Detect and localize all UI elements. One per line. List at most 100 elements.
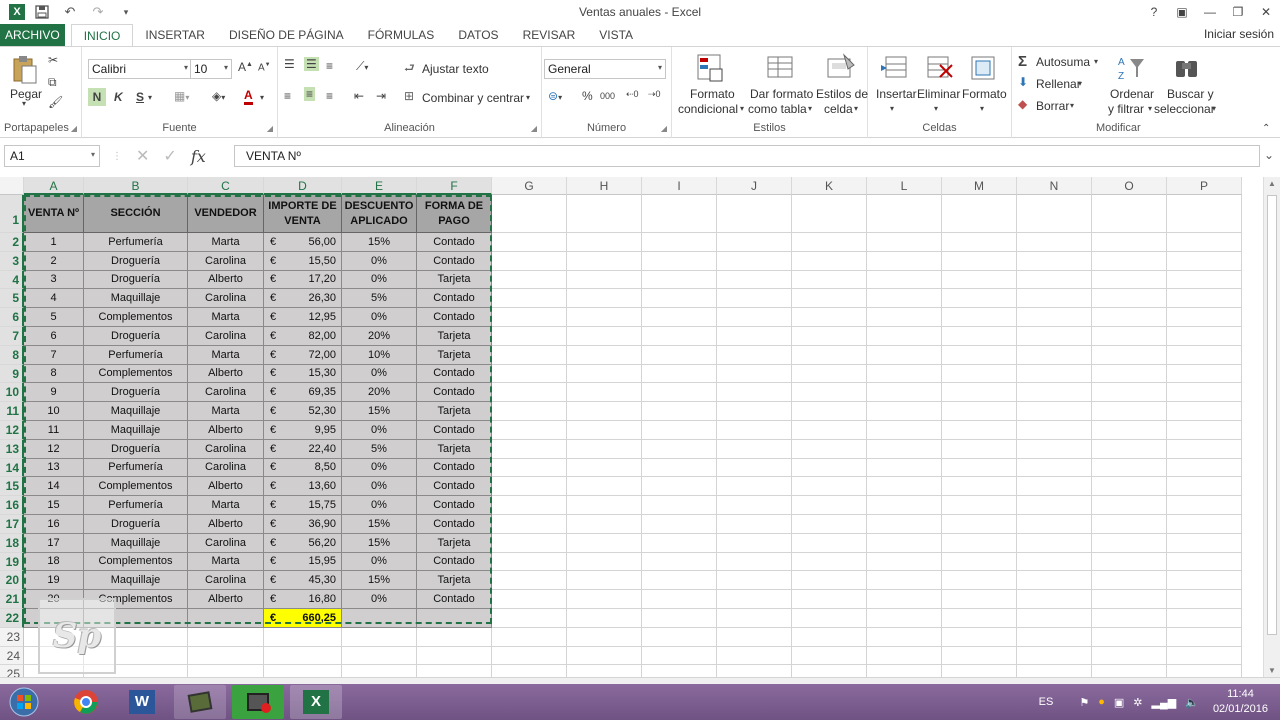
empty-cell[interactable]: [867, 421, 942, 440]
table-cell[interactable]: €15,75: [264, 496, 342, 515]
table-cell[interactable]: 4: [24, 289, 84, 309]
empty-cell[interactable]: [642, 496, 717, 515]
copy-icon[interactable]: ⧉: [48, 75, 57, 90]
word-taskbar-icon[interactable]: W: [116, 685, 168, 719]
empty-cell[interactable]: [567, 627, 642, 647]
table-cell[interactable]: 0%: [342, 251, 417, 271]
scroll-down-icon[interactable]: ▼: [1268, 666, 1276, 675]
empty-cell[interactable]: [1017, 308, 1092, 327]
row-header-12[interactable]: 12: [0, 421, 24, 440]
empty-cell[interactable]: [942, 364, 1017, 384]
empty-cell[interactable]: [792, 289, 867, 309]
thousands-button[interactable]: 000: [600, 91, 615, 101]
empty-cell[interactable]: [567, 345, 642, 365]
table-cell[interactable]: Droguería: [84, 439, 188, 459]
empty-cell[interactable]: [717, 289, 792, 309]
empty-cell[interactable]: [1167, 646, 1242, 666]
empty-cell[interactable]: [792, 195, 867, 233]
empty-cell[interactable]: [942, 289, 1017, 309]
table-cell[interactable]: Alberto: [188, 515, 264, 534]
table-cell[interactable]: €52,30: [264, 402, 342, 421]
table-cell[interactable]: Contado: [417, 364, 492, 384]
empty-cell[interactable]: [792, 665, 867, 677]
empty-cell[interactable]: [492, 364, 567, 384]
clipboard-launcher-icon[interactable]: ◢: [71, 124, 77, 133]
empty-cell[interactable]: [717, 590, 792, 609]
empty-cell[interactable]: [642, 233, 717, 252]
empty-cell[interactable]: [492, 590, 567, 609]
empty-cell[interactable]: [1167, 270, 1242, 290]
empty-cell[interactable]: [1167, 515, 1242, 534]
table-cell[interactable]: 3: [24, 270, 84, 290]
empty-cell[interactable]: [942, 421, 1017, 440]
empty-cell[interactable]: [567, 402, 642, 421]
empty-cell[interactable]: [417, 627, 492, 647]
currency-format-icon[interactable]: ⊜▾: [548, 89, 562, 103]
empty-cell[interactable]: [567, 477, 642, 497]
empty-cell[interactable]: [792, 251, 867, 271]
orientation-icon[interactable]: ⟋▾: [356, 59, 368, 74]
table-cell[interactable]: 10%: [342, 345, 417, 365]
table-cell[interactable]: 5%: [342, 289, 417, 309]
empty-cell[interactable]: [1017, 345, 1092, 365]
fill-color-icon[interactable]: ◈▾: [212, 89, 225, 103]
scroll-up-icon[interactable]: ▲: [1268, 179, 1276, 188]
vertical-scrollbar[interactable]: ▲ ▼: [1263, 177, 1280, 677]
table-cell[interactable]: Perfumería: [84, 496, 188, 515]
expand-formula-bar-icon[interactable]: ⌄: [1264, 148, 1274, 162]
table-cell[interactable]: Contado: [417, 308, 492, 327]
row-header-13[interactable]: 13: [0, 439, 24, 459]
wrap-text-button[interactable]: Ajustar texto: [422, 62, 489, 76]
row-header-21[interactable]: 21: [0, 590, 24, 609]
empty-cell[interactable]: [792, 496, 867, 515]
empty-cell[interactable]: [867, 270, 942, 290]
empty-cell[interactable]: [492, 627, 567, 647]
clock[interactable]: 11:44 02/01/2016: [1213, 687, 1268, 717]
empty-cell[interactable]: [567, 533, 642, 553]
align-center-icon[interactable]: ≡: [304, 87, 316, 101]
table-cell[interactable]: €82,00: [264, 327, 342, 346]
borders-icon[interactable]: ▦▾: [174, 89, 189, 103]
app-taskbar-icon-1[interactable]: [174, 685, 226, 719]
empty-cell[interactable]: [792, 402, 867, 421]
empty-cell[interactable]: [642, 402, 717, 421]
empty-cell[interactable]: [867, 402, 942, 421]
table-cell[interactable]: €13,60: [264, 477, 342, 497]
table-cell[interactable]: €45,30: [264, 571, 342, 591]
insert-cells-icon[interactable]: [880, 53, 910, 83]
empty-cell[interactable]: [942, 609, 1017, 628]
empty-cell[interactable]: [1167, 327, 1242, 346]
empty-cell[interactable]: [342, 646, 417, 666]
table-cell[interactable]: 5%: [342, 439, 417, 459]
empty-cell[interactable]: [492, 515, 567, 534]
empty-cell[interactable]: [1167, 609, 1242, 628]
table-cell[interactable]: Carolina: [188, 383, 264, 403]
table-cell[interactable]: 16: [24, 515, 84, 534]
empty-cell[interactable]: [567, 364, 642, 384]
empty-cell[interactable]: [792, 345, 867, 365]
autosum-button[interactable]: Autosuma: [1036, 55, 1090, 69]
table-cell[interactable]: €16,80: [264, 590, 342, 609]
table-cell[interactable]: €69,35: [264, 383, 342, 403]
empty-cell[interactable]: [867, 458, 942, 478]
camtasia-taskbar-icon[interactable]: [232, 685, 284, 719]
empty-cell[interactable]: [942, 571, 1017, 591]
empty-cell[interactable]: [1017, 646, 1092, 666]
empty-cell[interactable]: [1017, 233, 1092, 252]
table-cell[interactable]: €36,90: [264, 515, 342, 534]
empty-cell[interactable]: [642, 533, 717, 553]
table-cell[interactable]: €15,95: [264, 552, 342, 572]
cell-styles-icon[interactable]: [826, 53, 856, 83]
empty-cell[interactable]: [1017, 383, 1092, 403]
table-cell[interactable]: €26,30: [264, 289, 342, 309]
empty-cell[interactable]: [1167, 308, 1242, 327]
number-format-select[interactable]: General ▾: [544, 59, 666, 79]
table-cell[interactable]: Alberto: [188, 421, 264, 440]
empty-cell[interactable]: [1017, 515, 1092, 534]
row-header-24[interactable]: 24: [0, 646, 24, 666]
cell-styles-button[interactable]: Estilos de: [816, 87, 868, 101]
empty-cell[interactable]: [264, 665, 342, 677]
table-cell[interactable]: 19: [24, 571, 84, 591]
tray-device-icon[interactable]: ▣: [1114, 696, 1124, 709]
empty-cell[interactable]: [642, 289, 717, 309]
